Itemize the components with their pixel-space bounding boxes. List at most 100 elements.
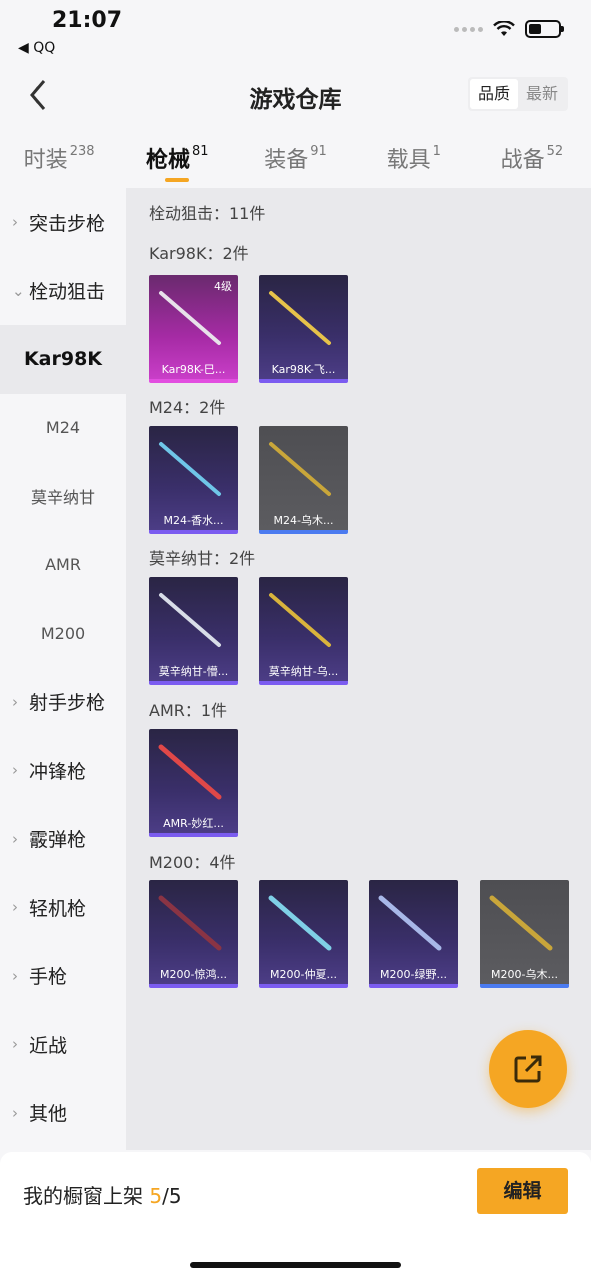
showcase-label: 我的橱窗上架 [23,1184,150,1208]
sidebar-item-kar98k[interactable]: Kar98K [0,325,126,394]
battery-icon [525,20,564,38]
chevron-right-icon: › [12,898,18,917]
chevron-down-icon: ⌄ [12,281,25,300]
rarity-bar [259,379,348,383]
weapon-card[interactable]: M24-香水... [149,426,238,534]
tab-vehicles[interactable]: 载具 1 [355,130,473,188]
sidebar-item-shotguns[interactable]: › 霰弹枪 [0,805,126,874]
tab-equipment[interactable]: 装备 91 [236,130,354,188]
sidebar-item-label: 手枪 [29,966,68,989]
wifi-icon [493,21,515,36]
weapon-category-sidebar: › 突击步枪 ⌄ 栓动狙击 Kar98K M24 莫辛纳甘 AMR M200 › 射手… [0,188,126,1150]
weapon-name: 莫辛纳甘-乌... [268,665,339,678]
rarity-bar [259,681,348,685]
sidebar-item-label: 近战 [29,1034,68,1057]
sidebar-item-m24[interactable]: M24 [0,393,126,462]
weapon-card[interactable]: 4级 Kar98K-巳... [149,275,238,383]
tab-count: 52 [546,144,564,159]
sidebar-item-melee[interactable]: › 近战 [0,1010,126,1079]
sidebar-item-label: 栓动狙击 [29,281,106,304]
home-indicator [190,1262,401,1268]
category-summary: 栓动狙击：11件 [149,204,266,223]
tab-firearms[interactable]: 枪械 81 [118,130,236,188]
sidebar-item-bolt-action-snipers[interactable]: ⌄ 栓动狙击 [0,256,126,325]
sidebar-item-marksman-rifles[interactable]: › 射手步枪 [0,668,126,737]
rifle-icon [158,895,222,951]
chevron-right-icon: › [12,213,18,232]
chevron-right-icon: › [12,761,18,780]
weapon-card[interactable]: 莫辛纳甘-乌... [259,577,348,685]
showcase-bar: 我的橱窗上架 5/5 编辑 [0,1152,591,1280]
sidebar-item-m200[interactable]: M200 [0,599,126,668]
weapon-card[interactable]: M200-乌木... [480,880,569,988]
tab-label: 枪械 [146,148,191,173]
chevron-right-icon: › [12,1035,18,1054]
back-to-app-link[interactable]: ◀ QQ [18,40,55,56]
weapon-card[interactable]: M200-绿野... [369,880,458,988]
tab-supplies[interactable]: 战备 52 [473,130,591,188]
weapon-name: 莫辛纳甘-懵... [158,665,229,678]
weapon-card[interactable]: AMR-妙红... [149,729,238,837]
sidebar-item-label: 突击步枪 [29,212,106,235]
weapon-name: Kar98K-巳... [161,363,226,376]
edit-button[interactable]: 编辑 [477,1168,568,1214]
rarity-bar [149,833,238,837]
group-title: M200：4件 [149,853,236,872]
rarity-bar [259,530,348,534]
tab-label: 时装 [23,148,68,173]
showcase-status: 我的橱窗上架 5/5 [23,1180,182,1209]
sort-option-quality[interactable]: 品质 [469,79,518,109]
weapon-card[interactable]: M200-惊鸿... [149,880,238,988]
group-title: M24：2件 [149,398,226,417]
group-title: Kar98K：2件 [149,244,249,263]
rifle-icon [269,442,331,496]
weapon-name: M24-乌木... [273,514,334,527]
weapon-card[interactable]: M24-乌木... [259,426,348,534]
sidebar-item-amr[interactable]: AMR [0,530,126,599]
rarity-bar [149,984,238,988]
tab-fashion[interactable]: 时装 238 [0,130,118,188]
category-tabs: 时装 238 枪械 81 装备 91 载具 1 战备 52 [0,130,591,188]
header: 游戏仓库 品质 最新 [0,62,591,128]
sidebar-item-label: 其他 [29,1103,68,1126]
weapon-card[interactable]: 莫辛纳甘-懵... [149,577,238,685]
showcase-count: 5 [149,1184,163,1208]
rarity-bar [149,530,238,534]
rarity-bar [149,681,238,685]
group-title: AMR：1件 [149,701,228,720]
weapon-card[interactable]: M200-仲夏... [259,880,348,988]
tab-count: 1 [432,144,441,159]
sidebar-item-smgs[interactable]: › 冲锋枪 [0,736,126,805]
weapon-name: M200-绿野... [380,968,447,981]
showcase-total: /5 [162,1184,182,1208]
tab-label: 装备 [264,148,309,173]
tab-active-indicator [165,178,190,182]
sidebar-item-mosin-nagant[interactable]: 莫辛纳甘 [0,462,126,531]
weapon-name: AMR-妙红... [163,817,224,830]
sort-toggle: 品质 最新 [467,77,568,111]
tab-label: 战备 [500,148,545,173]
weapon-card[interactable]: Kar98K-飞... [259,275,348,383]
sidebar-item-label: 冲锋枪 [29,760,87,783]
tab-count: 91 [310,144,327,159]
level-badge: 4级 [214,280,232,293]
tab-count: 81 [192,144,209,159]
sidebar-item-other[interactable]: › 其他 [0,1079,126,1148]
sidebar-item-label: 轻机枪 [29,897,87,920]
rarity-bar [259,984,348,988]
sidebar-item-pistols[interactable]: › 手枪 [0,942,126,1011]
share-button[interactable] [489,1030,567,1108]
tab-label: 载具 [386,148,431,173]
rifle-icon [268,895,332,951]
sort-option-latest[interactable]: 最新 [518,79,566,109]
sidebar-item-lmgs[interactable]: › 轻机枪 [0,873,126,942]
rarity-bar [369,984,458,988]
chevron-right-icon: › [12,692,18,711]
group-title: 莫辛纳甘：2件 [149,549,256,568]
sidebar-item-assault-rifles[interactable]: › 突击步枪 [0,188,126,257]
weapon-name: Kar98K-飞... [271,363,336,376]
rifle-icon [159,442,221,496]
rifle-icon [269,593,331,647]
rifle-icon [158,744,222,800]
rifle-icon [159,291,221,345]
